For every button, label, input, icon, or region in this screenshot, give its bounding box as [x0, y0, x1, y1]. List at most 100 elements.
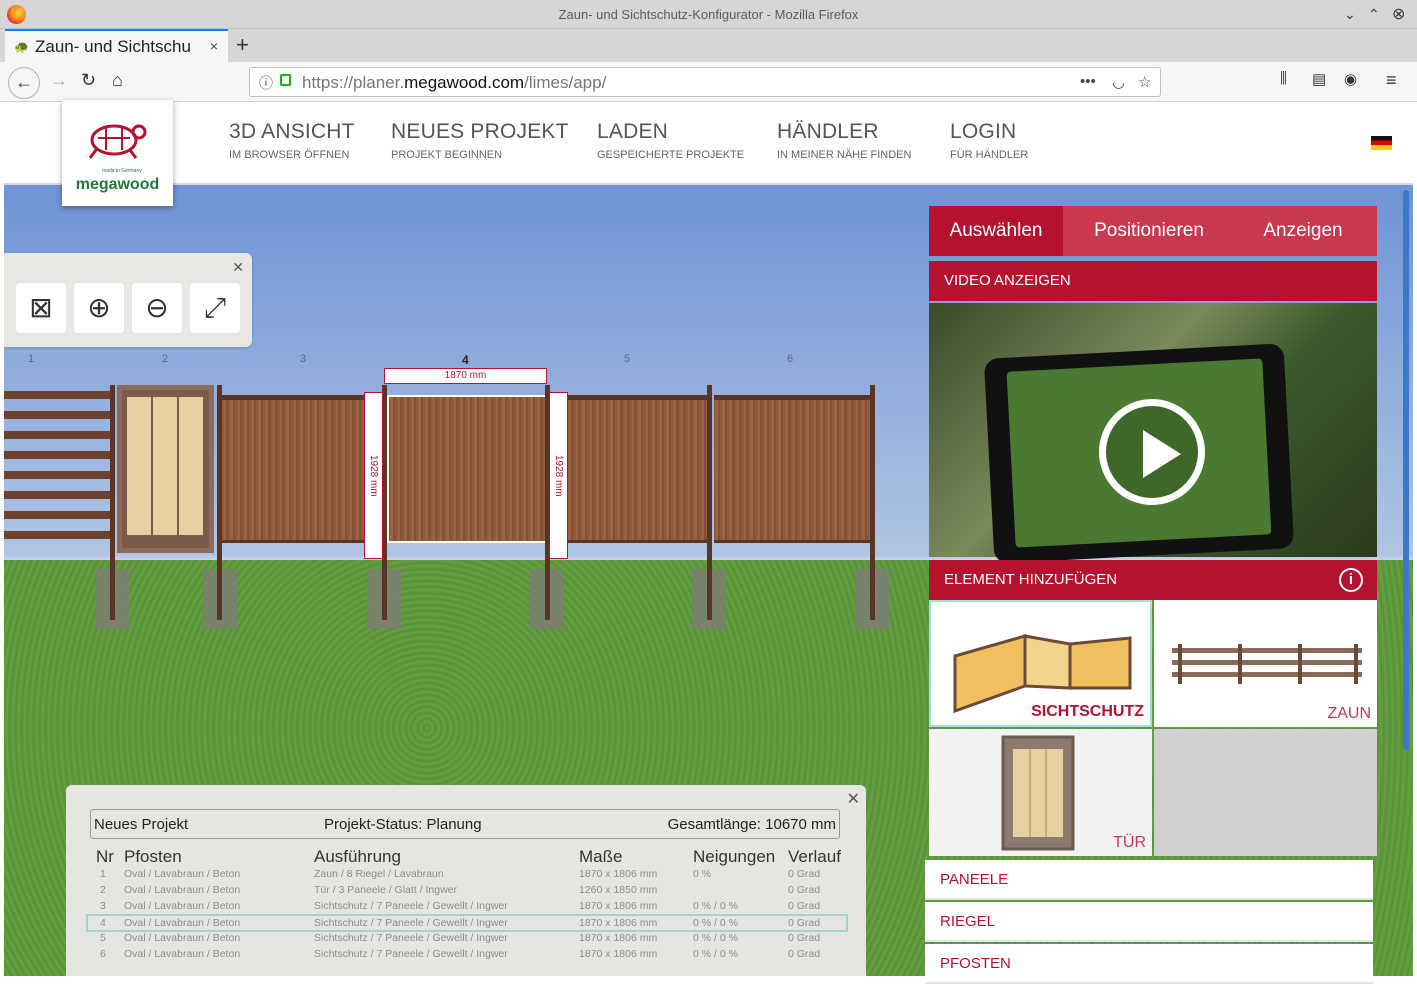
- menu-3d-ansicht[interactable]: 3D ANSICHT IM BROWSER ÖFFNEN: [229, 120, 355, 161]
- cell-masse: 1870 x 1806 mm: [579, 932, 658, 944]
- cell-nr: 1: [100, 868, 106, 880]
- close-tab-icon[interactable]: ×: [210, 38, 218, 54]
- library-icon[interactable]: ⫼: [1280, 70, 1287, 87]
- menu-haendler[interactable]: HÄNDLER IN MEINER NÄHE FINDEN: [777, 120, 911, 161]
- cell-ausfuehrung: Tür / 3 Paneele / Glatt / Ingwer: [314, 884, 457, 896]
- video-thumbnail[interactable]: [929, 303, 1377, 564]
- play-triangle: [1143, 430, 1181, 478]
- cell-verlauf: 0 Grad: [788, 932, 821, 944]
- tile-zaun[interactable]: ZAUN: [1154, 600, 1377, 727]
- project-total-length: Gesamtlänge: 10670 mm: [667, 816, 836, 833]
- menu-login[interactable]: LOGIN FÜR HÄNDLER: [950, 120, 1028, 161]
- forward-button[interactable]: →: [50, 70, 68, 91]
- turtle-logo-icon: [88, 124, 147, 159]
- menu-neues-projekt[interactable]: NEUES PROJEKT PROJEKT BEGINNEN: [391, 120, 569, 161]
- column-number[interactable]: 6: [787, 353, 793, 365]
- info-icon[interactable]: i: [1339, 568, 1363, 592]
- fence-rail[interactable]: [4, 471, 112, 479]
- close-controls-icon[interactable]: ✕: [232, 259, 244, 276]
- account-icon[interactable]: ◉: [1344, 70, 1357, 88]
- back-button[interactable]: ←: [8, 67, 40, 99]
- page-actions-icon[interactable]: •••: [1080, 73, 1096, 90]
- minimize-icon[interactable]: ⌄: [1344, 6, 1356, 23]
- configurator-scene[interactable]: ✕ ⊠ ⊕ ⊖ ⤢ 1 2 3 4 5 6 1870 mm 1928 mm 19…: [4, 185, 1413, 976]
- empty-tile: [1154, 729, 1377, 856]
- link-pfosten[interactable]: PFOSTEN: [925, 944, 1373, 984]
- url-bar[interactable]: ⓘ https://planer.megawood.com/limes/app/…: [249, 67, 1161, 97]
- cell-masse: 1870 x 1806 mm: [579, 948, 658, 960]
- tab-title: Zaun- und Sichtschu: [35, 37, 191, 56]
- megawood-logo[interactable]: made in Germany megawood: [62, 100, 173, 206]
- column-number[interactable]: 1: [28, 353, 34, 365]
- fence-rail[interactable]: [4, 511, 112, 519]
- menu-heading: LOGIN: [950, 120, 1017, 143]
- table-row-selected[interactable]: 4 Oval / Lavabraun / Beton Sichtschutz / 7…: [86, 914, 848, 932]
- fence-rail[interactable]: [4, 491, 112, 499]
- browser-tab[interactable]: 🐢 Zaun- und Sichtschu ×: [5, 29, 228, 62]
- page-scrollbar[interactable]: [1403, 190, 1409, 750]
- menu-subtitle: IN MEINER NÄHE FINDEN: [777, 149, 912, 161]
- fence-rail[interactable]: [4, 531, 112, 539]
- table-row[interactable]: 5 Oval / Lavabraun / Beton Sichtschutz / 7…: [86, 931, 848, 947]
- column-number[interactable]: 2: [162, 353, 168, 365]
- table-row[interactable]: 3 Oval / Lavabraun / Beton Sichtschutz / 7…: [86, 899, 848, 915]
- play-icon[interactable]: [1099, 399, 1205, 505]
- zoom-out-icon[interactable]: ⊖: [132, 283, 182, 333]
- tile-sichtschutz[interactable]: SICHTSCHUTZ: [929, 600, 1152, 727]
- fence-post[interactable]: [217, 385, 222, 620]
- sidebar-icon[interactable]: ▤: [1312, 70, 1326, 88]
- cell-ausfuehrung: Sichtschutz / 7 Paneele / Gewellt / Ingw…: [314, 948, 508, 960]
- step-auswaehlen[interactable]: Auswählen: [929, 206, 1063, 256]
- reset-view-icon[interactable]: ⊠: [16, 283, 66, 333]
- table-row[interactable]: 1 Oval / Lavabraun / Beton Zaun / 8 Riegel…: [86, 867, 848, 883]
- bookmark-star-icon[interactable]: ☆: [1138, 73, 1151, 91]
- zoom-in-icon[interactable]: ⊕: [74, 283, 124, 333]
- privacy-panel-selected[interactable]: [387, 395, 547, 543]
- fence-rail[interactable]: [4, 431, 112, 439]
- step-anzeigen[interactable]: Anzeigen: [1229, 206, 1377, 256]
- height-dimension-right: 1928 mm: [549, 392, 568, 559]
- privacy-panel[interactable]: [222, 395, 369, 543]
- column-number-active[interactable]: 4: [462, 353, 469, 367]
- privacy-panel[interactable]: [714, 395, 870, 543]
- fullscreen-icon[interactable]: ⤢: [190, 283, 240, 333]
- german-flag-icon[interactable]: [1371, 136, 1392, 150]
- fence-rail[interactable]: [4, 451, 112, 459]
- tile-tuer[interactable]: TÜR: [929, 729, 1152, 856]
- element-add-title: ELEMENT HINZUFÜGEN: [944, 571, 1118, 588]
- video-header[interactable]: VIDEO ANZEIGEN: [929, 261, 1377, 301]
- fence-post[interactable]: [707, 385, 712, 620]
- tab-bar: 🐢 Zaun- und Sichtschu × +: [0, 29, 1417, 62]
- site-info-icon[interactable]: ⓘ: [259, 73, 273, 93]
- home-button[interactable]: ⌂: [112, 70, 123, 91]
- cell-pfosten: Oval / Lavabraun / Beton: [124, 917, 241, 929]
- menu-heading: 3D ANSICHT: [229, 120, 355, 143]
- link-paneele[interactable]: PANEELE: [925, 860, 1373, 900]
- close-project-panel-icon[interactable]: ✕: [847, 789, 860, 809]
- pocket-icon[interactable]: ◡: [1112, 73, 1125, 91]
- maximize-icon[interactable]: ⌃: [1368, 6, 1380, 23]
- table-row[interactable]: 6 Oval / Lavabraun / Beton Sichtschutz / 7…: [86, 947, 848, 963]
- url-text[interactable]: https://planer.megawood.com/limes/app/: [302, 73, 606, 93]
- gate-panels: [127, 397, 205, 535]
- cell-ausfuehrung: Zaun / 8 Riegel / Lavabraun: [314, 868, 444, 880]
- reload-button[interactable]: ↻: [81, 70, 96, 91]
- link-riegel[interactable]: RIEGEL: [925, 902, 1373, 942]
- gate-element[interactable]: [117, 385, 214, 553]
- step-positionieren[interactable]: Positionieren: [1074, 206, 1224, 256]
- table-row[interactable]: 2 Oval / Lavabraun / Beton Tür / 3 Paneele…: [86, 883, 848, 899]
- close-window-icon[interactable]: ⊗: [1392, 4, 1405, 24]
- fence-post[interactable]: [870, 385, 875, 620]
- fence-rail[interactable]: [4, 391, 112, 399]
- menu-hamburger-icon[interactable]: ≡: [1386, 70, 1397, 91]
- column-number[interactable]: 5: [624, 353, 630, 365]
- menu-laden[interactable]: LADEN GESPEICHERTE PROJEKTE: [597, 120, 744, 161]
- site-header: made in Germany megawood 3D ANSICHT IM B…: [4, 100, 1413, 206]
- column-number[interactable]: 3: [300, 353, 306, 365]
- megawood-favicon-icon: 🐢: [14, 40, 29, 54]
- fence-post[interactable]: [110, 385, 115, 620]
- privacy-panel[interactable]: [567, 395, 710, 543]
- fence-rail[interactable]: [4, 411, 112, 419]
- window-title: Zaun- und Sichtschutz-Konfigurator - Moz…: [558, 7, 859, 22]
- new-tab-button[interactable]: +: [236, 32, 249, 58]
